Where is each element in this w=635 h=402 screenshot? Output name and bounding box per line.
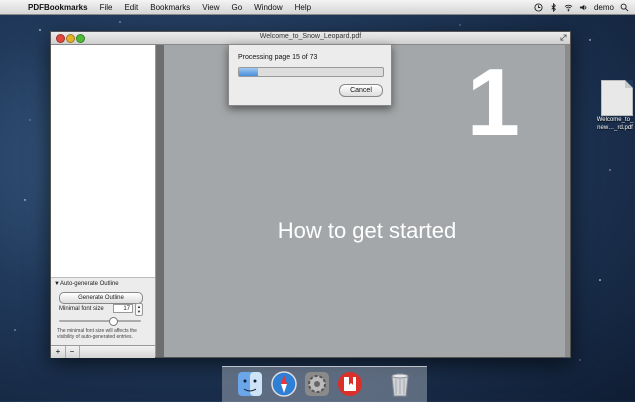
desktop-pdf-file-icon[interactable] <box>601 80 633 116</box>
font-size-note: The minimal font size will affects the v… <box>57 328 137 340</box>
font-size-slider[interactable] <box>59 317 141 326</box>
vertical-scrollbar[interactable] <box>565 45 570 357</box>
outline-sidebar[interactable]: ▼Auto-generate Outline Generate Outline … <box>51 45 156 358</box>
add-bookmark-button[interactable]: + <box>51 346 66 358</box>
wifi-icon[interactable] <box>564 3 573 12</box>
menu-app-name[interactable]: PDFBookmarks <box>22 3 94 12</box>
remove-bookmark-button[interactable]: − <box>65 346 80 358</box>
trash-icon[interactable] <box>386 370 414 398</box>
progress-sheet: Processing page 15 of 73 Cancel <box>228 44 392 106</box>
panel-title[interactable]: ▼Auto-generate Outline <box>54 281 119 287</box>
cancel-button[interactable]: Cancel <box>339 84 383 97</box>
progress-fill <box>239 68 258 76</box>
volume-icon[interactable] <box>579 3 588 12</box>
system-preferences-icon[interactable] <box>303 370 331 398</box>
menu-edit[interactable]: Edit <box>118 3 144 12</box>
progress-bar <box>238 67 384 77</box>
finder-icon[interactable] <box>236 370 264 398</box>
menubar: PDFBookmarks File Edit Bookmarks View Go… <box>0 0 635 15</box>
user-name[interactable]: demo <box>594 3 614 12</box>
page-big-number: 1 <box>466 49 520 156</box>
fullscreen-icon[interactable] <box>560 34 567 41</box>
safari-icon[interactable] <box>270 370 298 398</box>
auto-generate-panel: ▼Auto-generate Outline Generate Outline … <box>51 277 155 346</box>
menu-window[interactable]: Window <box>248 3 288 12</box>
pdfbookmarks-icon[interactable] <box>336 370 364 398</box>
page-heading: How to get started <box>277 218 457 243</box>
split-divider[interactable] <box>156 45 164 357</box>
progress-text: Processing page 15 of 73 <box>238 54 318 61</box>
font-size-stepper[interactable]: ▲ ▼ <box>135 303 143 316</box>
font-size-input[interactable]: 17 <box>113 304 133 313</box>
spotlight-search-icon[interactable] <box>620 3 629 12</box>
generate-outline-button[interactable]: Generate Outline <box>59 292 143 304</box>
menu-go[interactable]: Go <box>225 3 248 12</box>
window-title: Welcome_to_Snow_Leopard.pdf <box>259 33 362 40</box>
menu-file[interactable]: File <box>94 3 119 12</box>
sidebar-toolbar: + − <box>51 345 155 358</box>
font-size-label: Minimal font size <box>59 306 104 312</box>
desktop-file-label[interactable]: Welcome_to_ new…_rd.pdf <box>592 116 635 132</box>
menu-help[interactable]: Help <box>289 3 317 12</box>
menu-view[interactable]: View <box>196 3 225 12</box>
menu-bookmarks[interactable]: Bookmarks <box>144 3 196 12</box>
time-machine-icon[interactable] <box>534 2 543 12</box>
bluetooth-icon[interactable] <box>549 2 558 12</box>
slider-knob[interactable] <box>109 317 118 326</box>
